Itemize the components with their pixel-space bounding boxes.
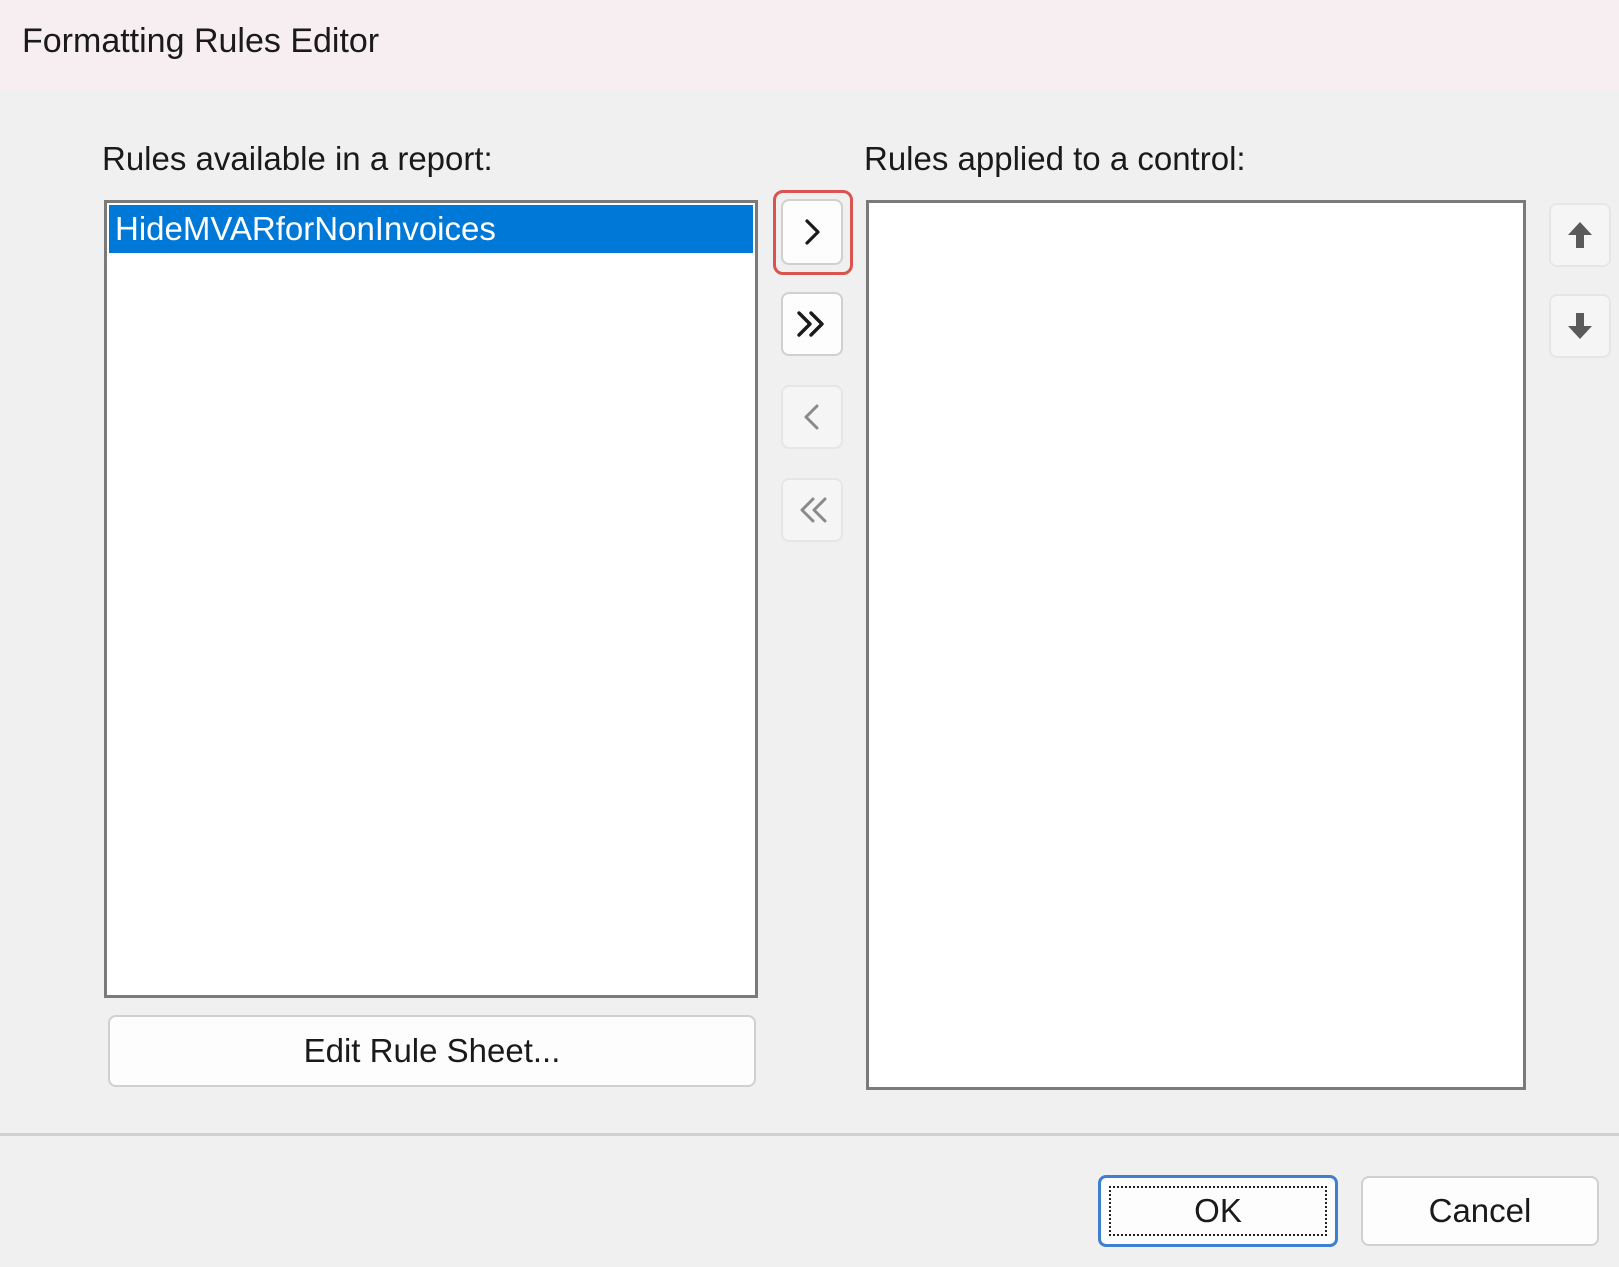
edit-rule-sheet-label: Edit Rule Sheet...: [303, 1032, 561, 1069]
add-all-rules-button[interactable]: [781, 292, 843, 356]
window-title: Formatting Rules Editor: [22, 22, 380, 60]
remove-all-rules-button[interactable]: [781, 478, 843, 542]
applied-rules-label: Rules applied to a control:: [864, 140, 1246, 177]
double-chevron-left-icon: [800, 497, 827, 523]
cancel-button[interactable]: Cancel: [1361, 1176, 1599, 1246]
title-bar: Formatting Rules Editor: [0, 0, 1619, 90]
available-rules-label: Rules available in a report:: [102, 140, 493, 177]
arrow-up-icon: [1568, 222, 1592, 248]
available-rules-list[interactable]: HideMVARforNonInvoices: [104, 200, 758, 998]
move-up-button[interactable]: [1549, 203, 1611, 267]
footer-separator: [0, 1133, 1619, 1136]
remove-rule-button[interactable]: [781, 385, 843, 449]
cancel-label: Cancel: [1428, 1192, 1532, 1229]
move-down-button[interactable]: [1549, 294, 1611, 358]
ok-button[interactable]: OK: [1098, 1175, 1338, 1247]
applied-rules-list[interactable]: [866, 200, 1526, 1090]
chevron-right-icon: [805, 219, 820, 245]
ok-label: OK: [1194, 1192, 1242, 1229]
edit-rule-sheet-button[interactable]: Edit Rule Sheet...: [108, 1015, 756, 1087]
add-rule-button[interactable]: [781, 199, 843, 265]
double-chevron-right-icon: [797, 311, 824, 337]
chevron-left-icon: [804, 404, 819, 430]
arrow-down-icon: [1568, 313, 1592, 339]
list-item[interactable]: HideMVARforNonInvoices: [109, 205, 753, 253]
